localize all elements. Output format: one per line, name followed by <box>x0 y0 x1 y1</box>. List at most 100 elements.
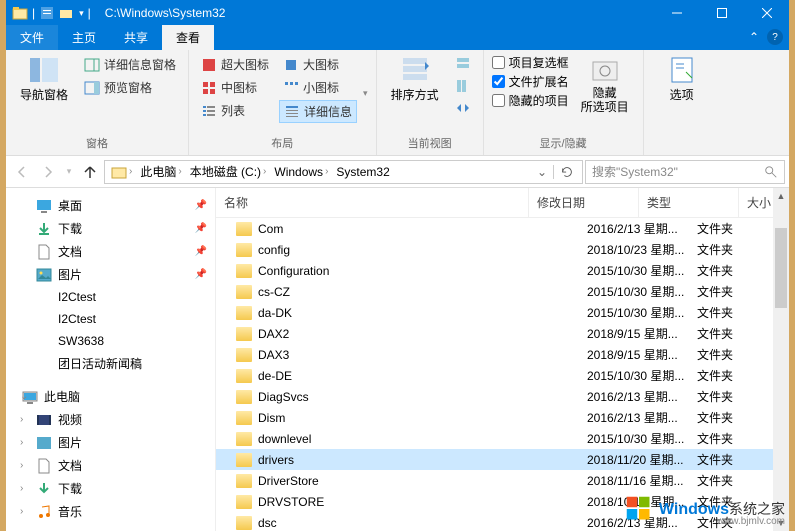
expand-icon[interactable]: ⌄ <box>20 391 28 402</box>
hide-selected-button[interactable]: 隐藏 所选项目 <box>575 54 635 133</box>
file-row[interactable]: de-DE2015/10/30 星期...文件夹 <box>216 365 789 386</box>
size-columns-button[interactable] <box>451 98 475 118</box>
file-name: DAX3 <box>258 348 289 362</box>
file-row[interactable]: DriverStore2018/11/16 星期...文件夹 <box>216 470 789 491</box>
scroll-thumb[interactable] <box>775 228 787 308</box>
up-button[interactable] <box>78 160 102 184</box>
sidebar-item-desktop[interactable]: 桌面📌 <box>6 194 215 217</box>
file-rows[interactable]: Com2016/2/13 星期...文件夹config2018/10/23 星期… <box>216 218 789 531</box>
preview-pane-button[interactable]: 预览窗格 <box>80 77 180 98</box>
l-icons-button[interactable]: 大图标 <box>279 54 357 75</box>
options-icon <box>666 54 698 86</box>
sort-button[interactable]: 排序方式 <box>385 54 445 133</box>
address-bar[interactable]: › 此电脑› 本地磁盘 (C:)› Windows› System32 ⌄ <box>104 160 583 184</box>
file-row[interactable]: Dism2016/2/13 星期...文件夹 <box>216 407 789 428</box>
file-row[interactable]: config2018/10/23 星期...文件夹 <box>216 239 789 260</box>
file-row[interactable]: DiagSvcs2016/2/13 星期...文件夹 <box>216 386 789 407</box>
expand-icon[interactable]: › <box>20 414 23 425</box>
file-row[interactable]: da-DK2015/10/30 星期...文件夹 <box>216 302 789 323</box>
collapse-ribbon-icon[interactable]: ⌃ <box>749 30 759 44</box>
expand-icon[interactable]: › <box>20 460 23 471</box>
close-button[interactable] <box>744 0 789 26</box>
column-name[interactable]: 名称 <box>216 188 529 217</box>
recent-dropdown-icon[interactable]: ▾ <box>62 160 76 184</box>
sidebar-item-pictures[interactable]: 图片📌 <box>6 263 215 286</box>
options-label: 选项 <box>670 86 694 103</box>
crumb-system32[interactable]: System32 <box>332 165 393 179</box>
sidebar-item-downloads[interactable]: 下载📌 <box>6 217 215 240</box>
m-icons-button[interactable]: 中图标 <box>197 77 273 98</box>
group-by-button[interactable] <box>451 54 475 74</box>
nav-pane-button[interactable]: 导航窗格 <box>14 54 74 103</box>
sidebar-item-sw3638[interactable]: SW3638 <box>6 330 215 352</box>
qat-dropdown-icon[interactable]: ▾ <box>79 8 84 19</box>
scroll-up-icon[interactable]: ▲ <box>773 188 789 204</box>
help-icon[interactable]: ? <box>767 29 783 45</box>
layout-more-icon[interactable]: ▾ <box>363 88 368 99</box>
new-folder-icon[interactable] <box>59 5 75 21</box>
group-showhide-label: 显示/隐藏 <box>492 133 635 151</box>
tab-file[interactable]: 文件 <box>6 25 58 50</box>
properties-icon[interactable] <box>39 5 55 21</box>
file-row[interactable]: DAX22018/9/15 星期...文件夹 <box>216 323 789 344</box>
crumb-windows[interactable]: Windows› <box>270 165 332 179</box>
file-name: DiagSvcs <box>258 390 309 404</box>
address-dropdown-icon[interactable]: ⌄ <box>531 165 553 179</box>
sidebar-item-activity[interactable]: 团日活动新闻稿 <box>6 352 215 375</box>
search-input[interactable]: 搜索"System32" <box>585 160 785 184</box>
details-pane-button[interactable]: 详细信息窗格 <box>80 54 180 75</box>
file-row[interactable]: drivers2018/11/20 星期...文件夹 <box>216 449 789 470</box>
tab-home[interactable]: 主页 <box>58 25 110 50</box>
file-row[interactable]: downlevel2015/10/30 星期...文件夹 <box>216 428 789 449</box>
forward-button[interactable] <box>36 160 60 184</box>
sidebar-item-i2ctest[interactable]: I2Ctest <box>6 286 215 308</box>
sidebar-item-documents[interactable]: 文档📌 <box>6 240 215 263</box>
sidebar-item-downloads2[interactable]: ›下载 <box>6 477 215 500</box>
sidebar-item-pictures2[interactable]: ›图片 <box>6 431 215 454</box>
maximize-button[interactable] <box>699 0 744 26</box>
file-name: DAX2 <box>258 327 289 341</box>
expand-icon[interactable]: › <box>20 437 23 448</box>
minimize-button[interactable] <box>654 0 699 26</box>
item-checkboxes-checkbox[interactable]: 项目复选框 <box>492 54 569 71</box>
xl-icons-button[interactable]: 超大图标 <box>197 54 273 75</box>
sidebar-item-videos[interactable]: ›视频 <box>6 408 215 431</box>
pin-icon: 📌 <box>195 269 207 280</box>
file-date: 2018/11/20 星期... <box>579 451 689 468</box>
s-icons-icon <box>283 80 299 96</box>
group-current-label: 当前视图 <box>385 133 475 151</box>
folder-icon <box>236 411 252 425</box>
crumb-drive[interactable]: 本地磁盘 (C:)› <box>186 163 271 180</box>
sidebar-item-thispc[interactable]: ⌄此电脑 <box>6 385 215 408</box>
crumb-thispc[interactable]: 此电脑› <box>136 163 185 180</box>
hidden-items-checkbox[interactable]: 隐藏的项目 <box>492 92 569 109</box>
list-icon <box>201 103 217 119</box>
sidebar-item-i2ctest2[interactable]: I2Ctest <box>6 308 215 330</box>
expand-icon[interactable]: › <box>20 483 23 494</box>
column-date[interactable]: 修改日期 <box>529 188 639 217</box>
tab-view[interactable]: 查看 <box>162 25 214 50</box>
list-button[interactable]: 列表 <box>197 100 273 121</box>
folder-icon <box>236 285 252 299</box>
column-type[interactable]: 类型 <box>639 188 739 217</box>
navigation-pane[interactable]: 桌面📌 下载📌 文档📌 图片📌 I2Ctest I2Ctest SW3638 团… <box>6 188 216 531</box>
nav-pane-label: 导航窗格 <box>20 86 68 103</box>
ribbon: 导航窗格 详细信息窗格 预览窗格 窗格 超大图标 中图标 列表 大图标 <box>6 50 789 156</box>
file-extensions-checkbox[interactable]: 文件扩展名 <box>492 73 569 90</box>
options-button[interactable]: 选项 <box>652 54 712 137</box>
tab-share[interactable]: 共享 <box>110 25 162 50</box>
refresh-button[interactable] <box>553 165 580 179</box>
file-row[interactable]: cs-CZ2015/10/30 星期...文件夹 <box>216 281 789 302</box>
add-columns-button[interactable] <box>451 76 475 96</box>
file-row[interactable]: DAX32018/9/15 星期...文件夹 <box>216 344 789 365</box>
expand-icon[interactable]: › <box>20 506 23 517</box>
back-button[interactable] <box>10 160 34 184</box>
sidebar-item-documents2[interactable]: ›文档 <box>6 454 215 477</box>
sidebar-item-music[interactable]: ›音乐 <box>6 500 215 523</box>
nav-pane-icon <box>28 54 60 86</box>
details-button[interactable]: 详细信息 <box>279 100 357 123</box>
s-icons-button[interactable]: 小图标 <box>279 77 357 98</box>
file-row[interactable]: Com2016/2/13 星期...文件夹 <box>216 218 789 239</box>
scrollbar[interactable]: ▲ ▼ <box>773 188 789 531</box>
file-row[interactable]: Configuration2015/10/30 星期...文件夹 <box>216 260 789 281</box>
